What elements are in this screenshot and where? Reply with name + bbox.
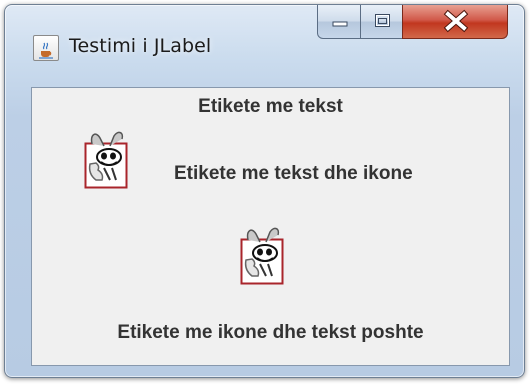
close-button[interactable]	[402, 5, 508, 39]
title-bar[interactable]: Testimi i JLabel	[5, 5, 524, 79]
minimize-button[interactable]	[317, 5, 361, 39]
close-icon	[443, 9, 469, 33]
app-window: Testimi i JLabel Etikete me tekst Etiket…	[4, 4, 525, 378]
bug-icon	[84, 130, 128, 190]
window-title: Testimi i JLabel	[69, 35, 212, 57]
content-pane: Etikete me tekst Etikete me tekst dhe ik…	[31, 87, 510, 366]
text-label: Etikete me tekst	[198, 96, 343, 117]
text-icon-label: Etikete me tekst dhe ikone	[174, 163, 413, 184]
bug-icon	[240, 226, 284, 286]
maximize-icon	[375, 14, 390, 27]
java-cup-icon[interactable]	[33, 35, 59, 61]
minimize-icon	[332, 21, 348, 27]
icon-text-below-label: Etikete me ikone dhe tekst poshte	[117, 322, 424, 343]
maximize-button[interactable]	[360, 5, 403, 39]
